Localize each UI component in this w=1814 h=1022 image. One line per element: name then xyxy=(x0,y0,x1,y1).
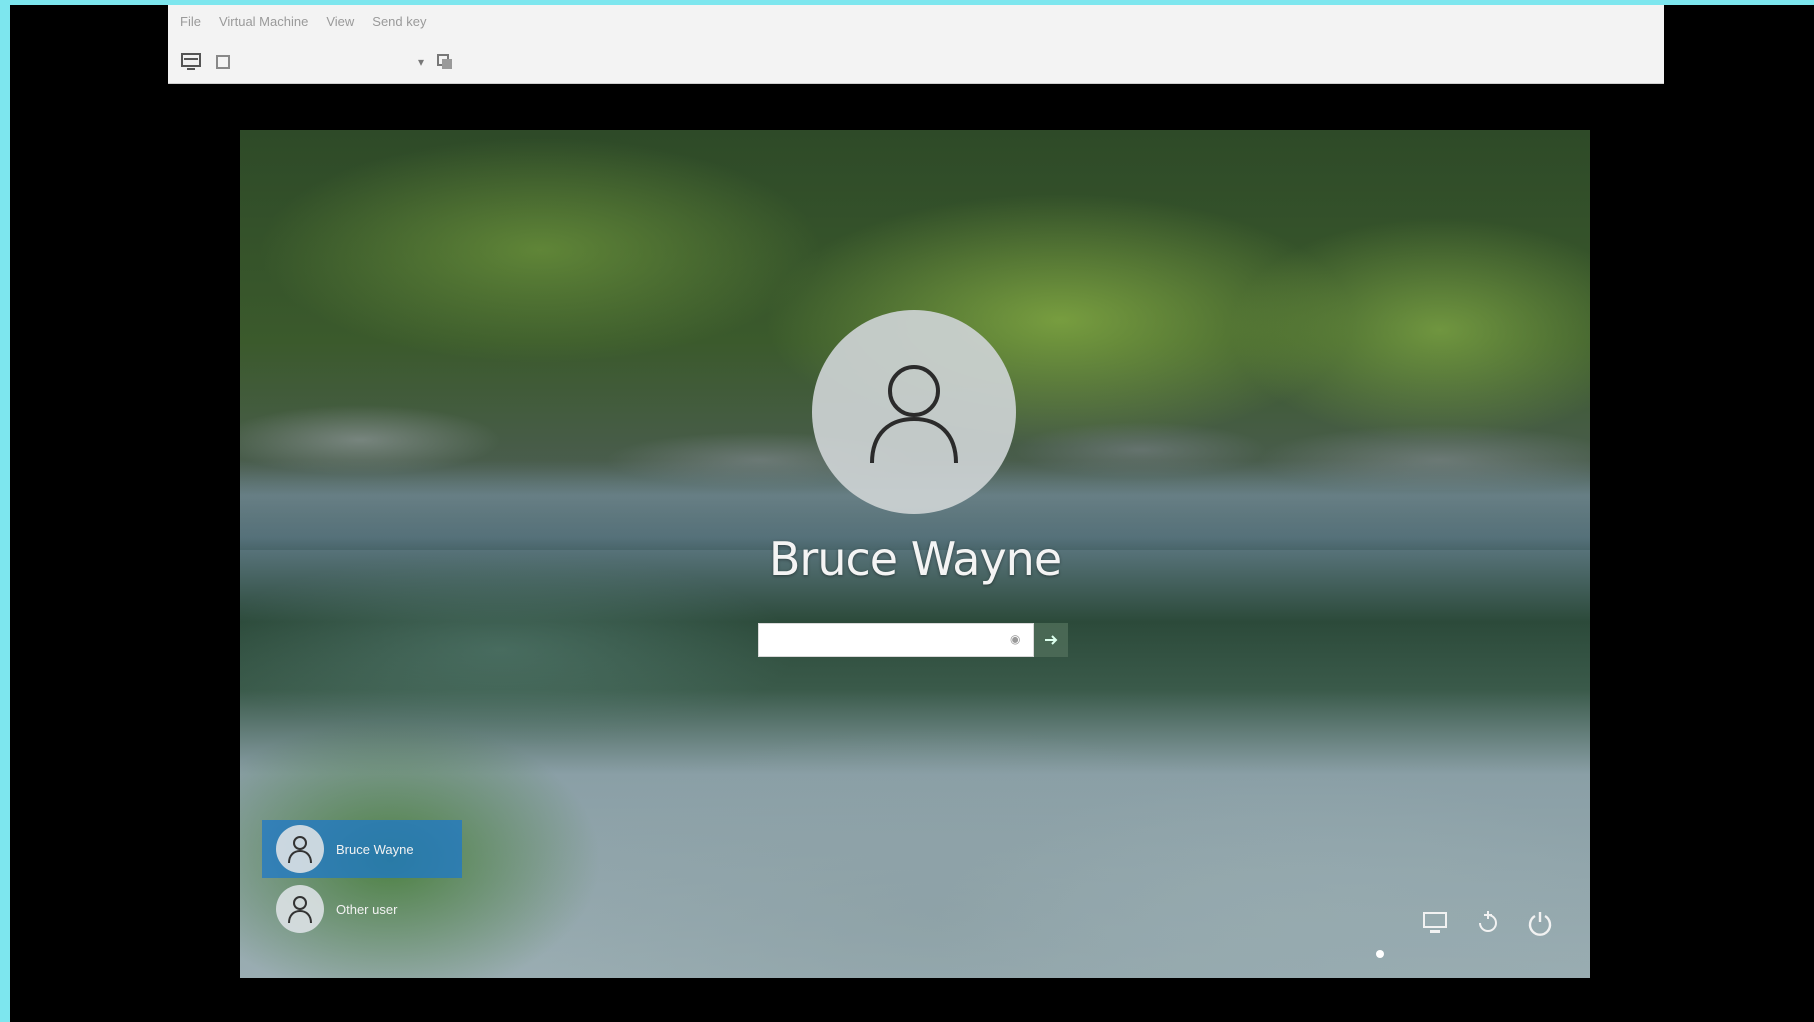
copy-icon xyxy=(437,54,452,69)
user-tile-other-user[interactable]: Other user xyxy=(262,880,462,938)
user-avatar-large xyxy=(812,310,1016,514)
system-icons xyxy=(1418,905,1558,941)
login-user-name: Bruce Wayne xyxy=(768,532,1062,586)
menu-view[interactable]: View xyxy=(326,11,354,33)
user-icon xyxy=(870,365,958,464)
arrow-right-icon xyxy=(1045,635,1058,645)
screenshot-toolbar-button[interactable] xyxy=(212,51,234,73)
view-mode-dropdown[interactable]: ▾ xyxy=(244,51,424,73)
user-tile-avatar xyxy=(276,825,324,873)
toolbar: ▾ xyxy=(180,49,456,75)
menu-file[interactable]: File xyxy=(180,11,201,33)
screenshot-icon xyxy=(216,55,230,69)
vm-display[interactable]: Bruce Wayne ◉ Bruce Wayne Other user xyxy=(240,130,1590,978)
user-tile-label: Bruce Wayne xyxy=(336,841,414,857)
host-window-chrome: File Virtual Machine View Send key ▾ xyxy=(168,5,1664,84)
submit-password-button[interactable] xyxy=(1034,623,1068,657)
display-icon xyxy=(181,53,201,70)
user-tile-bruce-wayne[interactable]: Bruce Wayne xyxy=(262,820,462,878)
power-icon xyxy=(1528,912,1552,936)
menu-virtual-machine[interactable]: Virtual Machine xyxy=(219,11,308,33)
reveal-password-icon[interactable]: ◉ xyxy=(1010,632,1020,646)
password-input[interactable] xyxy=(758,623,1034,657)
user-icon xyxy=(288,836,312,864)
user-tile-avatar xyxy=(276,885,324,933)
accessibility-button[interactable] xyxy=(1470,905,1506,941)
left-accent-bar xyxy=(0,0,10,1022)
network-button[interactable] xyxy=(1418,905,1454,941)
display-toolbar-button[interactable] xyxy=(180,51,202,73)
accessibility-icon xyxy=(1479,911,1497,932)
password-row: ◉ xyxy=(758,623,1068,659)
user-tile-label: Other user xyxy=(336,901,398,917)
menu-send-key[interactable]: Send key xyxy=(372,11,426,33)
user-switch-list: Bruce Wayne Other user xyxy=(262,820,462,940)
mouse-cursor xyxy=(1376,950,1384,958)
power-button[interactable] xyxy=(1522,905,1558,941)
network-icon xyxy=(1423,912,1447,933)
copy-toolbar-button[interactable] xyxy=(434,51,456,73)
chevron-down-icon: ▾ xyxy=(417,55,424,69)
user-icon xyxy=(288,896,312,924)
menu-bar: File Virtual Machine View Send key xyxy=(180,11,426,33)
